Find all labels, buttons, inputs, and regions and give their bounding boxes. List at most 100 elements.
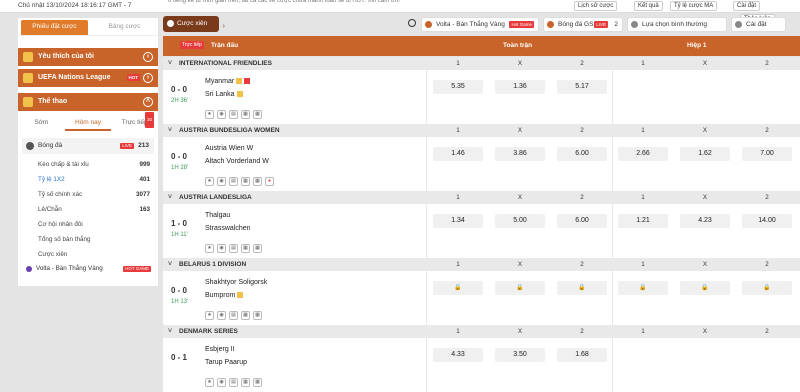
halftime-header: Hiệp 1 xyxy=(687,42,707,49)
grid-icon[interactable]: ▦ xyxy=(241,311,250,320)
star-icon[interactable]: ★ xyxy=(205,177,214,186)
eye-icon[interactable]: ◉ xyxy=(217,378,226,387)
odds-col-header: 1 xyxy=(641,328,645,335)
favorites-header[interactable]: Yêu thích của tôi › xyxy=(18,48,158,66)
table-icon[interactable]: ▦ xyxy=(253,311,262,320)
stats-icon[interactable]: ▤ xyxy=(229,177,238,186)
odds-cell[interactable]: 14.00 xyxy=(742,214,792,228)
favorites-label: Yêu thích của tôi xyxy=(38,53,95,60)
odds-col-header: 1 xyxy=(456,261,460,268)
league-name: AUSTRIA LANDESLIGA xyxy=(179,194,252,201)
star-icon[interactable]: ★ xyxy=(205,311,214,320)
sidebar-market-item[interactable]: Lẻ/Chẵn 163 xyxy=(38,203,150,216)
odds-cell[interactable]: 1.46 xyxy=(433,147,483,161)
odds-col-header: 1 xyxy=(641,60,645,67)
sport-football[interactable]: Bóng đá LIVE 213 xyxy=(22,138,154,154)
odds-type-select[interactable]: Tỷ lệ cược MA xyxy=(670,1,718,11)
match-time: 1H 11' xyxy=(171,232,188,238)
sidebar-volta[interactable]: Volta - Bàn Thắng Vàng HOT GAME xyxy=(26,263,154,275)
stats-icon[interactable]: ▤ xyxy=(229,311,238,320)
table-icon[interactable]: ▦ xyxy=(253,244,262,253)
table-icon[interactable]: ▦ xyxy=(253,177,262,186)
odds-cell[interactable]: 2.66 xyxy=(618,147,668,161)
odds-cell[interactable]: 6.00 xyxy=(557,214,607,228)
sidebar-market-item[interactable]: Tỷ số chính xác 3077 xyxy=(38,188,150,201)
search-icon[interactable] xyxy=(408,19,416,27)
tab-bet-slip[interactable]: Phiếu đặt cược xyxy=(21,20,88,35)
nations-league-header[interactable]: UEFA Nations League HOT › xyxy=(18,69,158,87)
league-header[interactable]: ˅ DENMARK SERIES 1 X 2 1 X 2 xyxy=(163,325,800,338)
stats-icon[interactable]: ▤ xyxy=(229,244,238,253)
live-stream-icon[interactable]: ● xyxy=(265,177,274,186)
league-header[interactable]: ˅ AUSTRIA LANDESLIGA 1 X 2 1 X 2 xyxy=(163,191,800,204)
parlay-icon xyxy=(167,20,174,27)
history-button[interactable]: Lịch sử cược xyxy=(574,1,618,11)
league-header[interactable]: ˅ AUSTRIA BUNDESLIGA WOMEN 1 X 2 1 X 2 xyxy=(163,124,800,137)
odds-cell[interactable]: 5.17 xyxy=(557,80,607,94)
main-settings-button[interactable]: Cài đặt xyxy=(731,17,786,32)
grid-icon[interactable]: ▦ xyxy=(241,244,250,253)
odds-cell[interactable]: 1.62 xyxy=(680,147,730,161)
tab-live[interactable]: Trực tiếp 30 xyxy=(111,112,158,131)
odds-cell[interactable]: 3.86 xyxy=(495,147,545,161)
table-icon[interactable]: ▦ xyxy=(253,378,262,387)
star-icon[interactable]: ★ xyxy=(205,110,214,119)
odds-col-header: 1 xyxy=(641,261,645,268)
stats-icon[interactable]: ▤ xyxy=(229,110,238,119)
parlay-button[interactable]: Cược xiên › xyxy=(163,16,225,32)
volta-pill[interactable]: Volta - Bàn Thắng Vàng Hot Game xyxy=(421,17,539,32)
grid-icon[interactable]: ▦ xyxy=(241,378,250,387)
odds-col-header: X xyxy=(517,60,523,67)
odds-cell[interactable]: 3.50 xyxy=(495,348,545,362)
star-icon[interactable]: ★ xyxy=(205,378,214,387)
sidebar-market-item[interactable]: Cược xiên xyxy=(38,248,150,261)
odds-col-header: 2 xyxy=(765,127,769,134)
grid-icon[interactable]: ▦ xyxy=(241,110,250,119)
sidebar-market-item[interactable]: Cơ hội nhân đôi xyxy=(38,218,150,231)
lock-icon: 🔒 xyxy=(433,281,483,295)
gs-football-pill[interactable]: Bóng đá GS LIVE 2 xyxy=(543,17,623,32)
sidebar-market-item[interactable]: Kèo chấp & tài xỉu 999 xyxy=(38,158,150,171)
odds-cell[interactable]: 4.33 xyxy=(433,348,483,362)
match-row: 1 - 0 1H 11' Thalgau Strasswalchen ★ ◉ ▤ ▦ ▦ 1.34… xyxy=(163,204,800,258)
tab-today[interactable]: Hôm nay xyxy=(64,115,112,131)
odds-cell[interactable]: 7.00 xyxy=(742,147,792,161)
match-tools: ★ ◉ ▤ ▦ ▦ xyxy=(205,244,265,254)
sports-header[interactable]: Thể thao ˄ xyxy=(18,93,158,111)
odds-cell[interactable]: 1.34 xyxy=(433,214,483,228)
table-icon[interactable]: ▦ xyxy=(253,110,262,119)
tab-bet-board[interactable]: Bảng cược xyxy=(91,18,158,35)
odds-cell[interactable]: 4.23 xyxy=(680,214,730,228)
league-header[interactable]: ˅ BELARUS 1 DIVISION 1 X 2 1 X 2 xyxy=(163,258,800,271)
odds-cell[interactable]: 1.36 xyxy=(495,80,545,94)
football-label: Bóng đá xyxy=(38,142,63,149)
display-select[interactable]: Lựa chọn bình thường xyxy=(627,17,727,32)
yellow-card-icon xyxy=(237,292,244,299)
settings-button[interactable]: Cài đặt xyxy=(733,1,761,11)
odds-col-header: X xyxy=(517,328,523,335)
eye-icon[interactable]: ◉ xyxy=(217,177,226,186)
tab-early[interactable]: Sớm xyxy=(18,115,65,131)
eye-icon[interactable]: ◉ xyxy=(217,311,226,320)
league-header[interactable]: ˅ INTERNATIONAL FRIENDLIES 1 X 2 1 X 2 xyxy=(163,57,800,70)
stats-icon[interactable]: ▤ xyxy=(229,378,238,387)
star-icon[interactable]: ★ xyxy=(205,244,214,253)
away-team: Sri Lanka xyxy=(205,91,243,98)
odds-cell[interactable]: 6.00 xyxy=(557,147,607,161)
eye-icon[interactable]: ◉ xyxy=(217,244,226,253)
sidebar-market-item[interactable]: Tổng số bàn thắng xyxy=(38,233,150,246)
odds-cell[interactable]: 5.35 xyxy=(433,80,483,94)
odds-cell[interactable]: 1.68 xyxy=(557,348,607,362)
odds-cell[interactable]: 5.00 xyxy=(495,214,545,228)
eye-icon[interactable]: ◉ xyxy=(217,110,226,119)
lock-icon: 🔒 xyxy=(680,281,730,295)
sidebar-market-item[interactable]: Tỷ lệ 1X2 401 xyxy=(38,173,150,186)
football-icon xyxy=(547,21,554,28)
odds-cell[interactable]: 1.21 xyxy=(618,214,668,228)
match-score: 1 - 0 xyxy=(171,219,188,228)
results-button[interactable]: Kết quả xyxy=(634,1,663,11)
red-card-icon xyxy=(244,78,251,85)
grid-icon[interactable]: ▦ xyxy=(241,177,250,186)
match-score: 0 - 0 xyxy=(171,85,188,94)
volta-label: Volta - Bàn Thắng Vàng xyxy=(36,265,103,272)
